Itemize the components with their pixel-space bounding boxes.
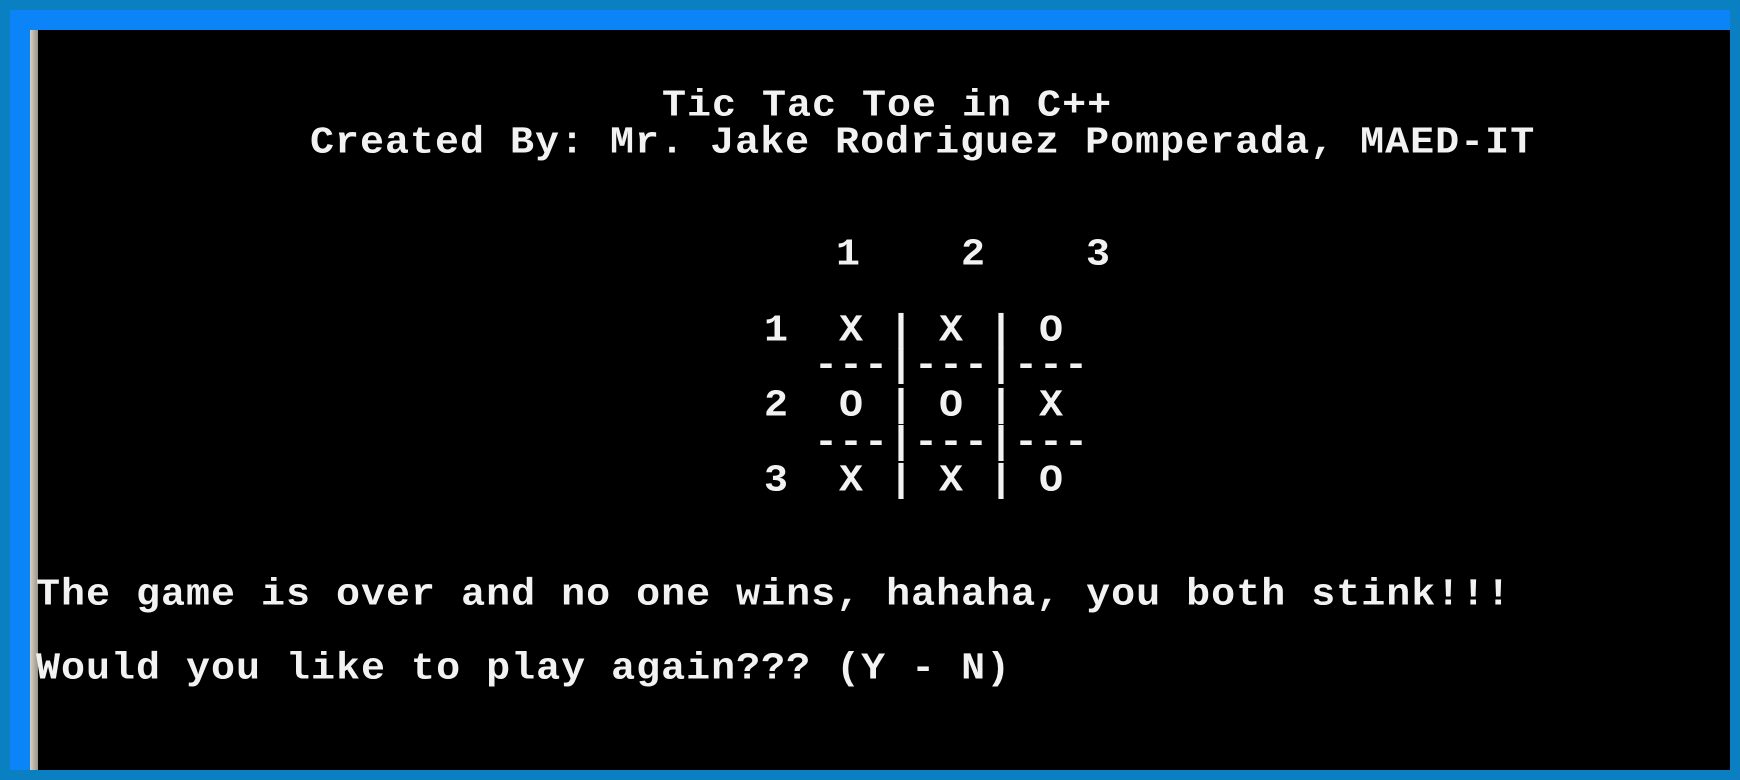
game-over-message: The game is over and no one wins, hahaha… <box>36 574 1512 617</box>
play-again-prompt[interactable]: Would you like to play again??? (Y - N) <box>36 651 1011 689</box>
window-frame: Tic Tac Toe in C++ Created By: Mr. Jake … <box>10 10 1730 770</box>
board-row-3: 3 X | X | O <box>764 460 1065 503</box>
board-column-header: 1 2 3 <box>836 234 1112 277</box>
console-window[interactable]: Tic Tac Toe in C++ Created By: Mr. Jake … <box>30 30 1730 770</box>
board-separator-2: ---|---|--- <box>764 422 1090 465</box>
author-credit: Created By: Mr. Jake Rodriguez Pomperada… <box>310 122 1536 165</box>
board-row-2: 2 O | O | X <box>764 385 1065 428</box>
game-title: Tic Tac Toe in C++ <box>662 85 1113 128</box>
board-separator-1: ---|---|--- <box>764 345 1090 388</box>
